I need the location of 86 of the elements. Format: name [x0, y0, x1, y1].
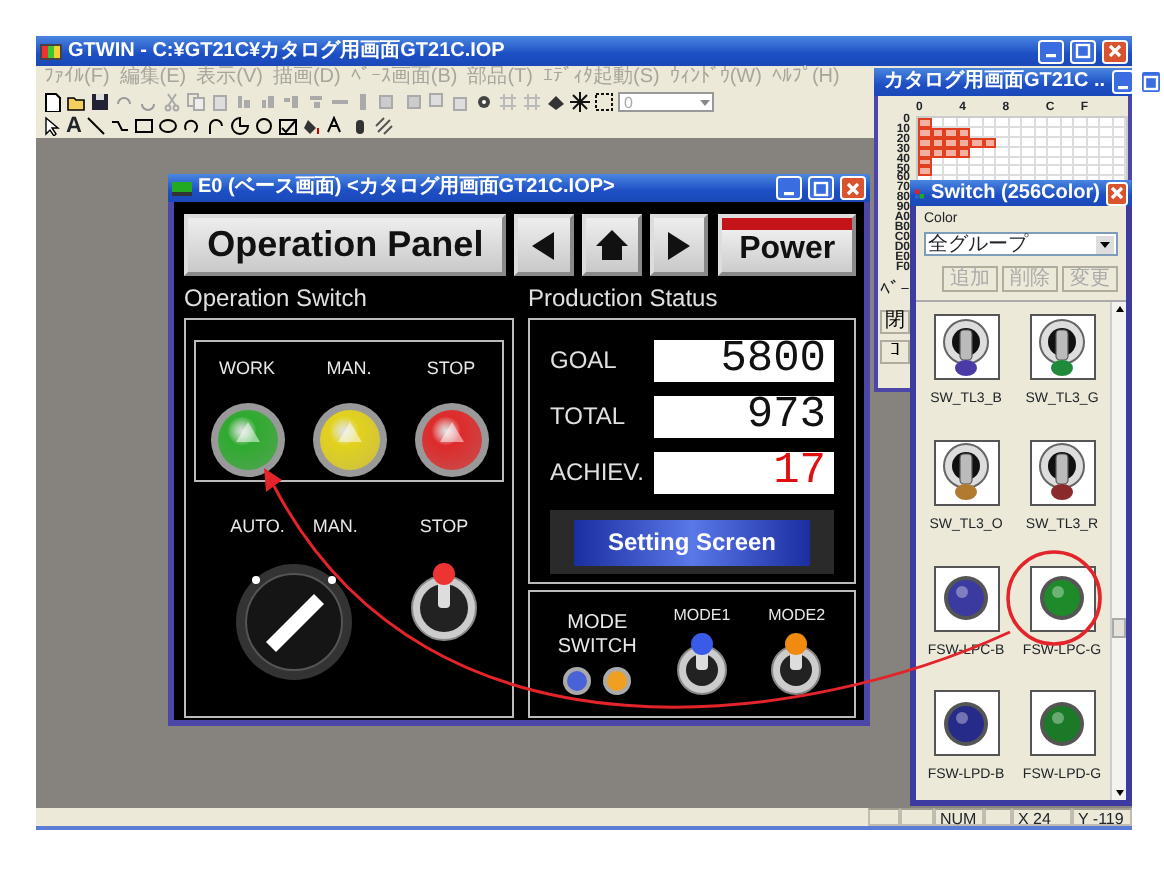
line-icon[interactable]: [85, 116, 106, 136]
arc-icon[interactable]: [205, 116, 226, 136]
lamp-thumbnail[interactable]: [942, 699, 990, 748]
scroll-down-icon[interactable]: [1112, 784, 1128, 800]
previous-arrow-button[interactable]: [514, 214, 574, 276]
paint-icon[interactable]: [301, 116, 322, 136]
status-text: X 24: [1012, 808, 1072, 826]
scrollbar[interactable]: [1110, 302, 1126, 800]
lamp-indicator[interactable]: [602, 666, 633, 696]
lamp-thumbnail[interactable]: [1038, 574, 1086, 622]
value-display: 17: [654, 452, 834, 494]
scroll-up-icon[interactable]: [1112, 302, 1128, 318]
power-button[interactable]: Power: [718, 214, 857, 276]
lamp-label: MAN.: [326, 356, 372, 382]
setting-screen-button[interactable]: Setting Screen: [574, 519, 810, 565]
lamp-indicator[interactable]: [311, 401, 387, 477]
text-style-icon[interactable]: [325, 116, 346, 136]
switch-label: MODE2: [768, 604, 826, 628]
window-title: カタログ用画面GT21C ..: [884, 70, 1106, 94]
app-icon: [40, 43, 62, 59]
toggle-switch-thumbnail[interactable]: [1036, 317, 1088, 377]
toggle-switch-thumbnail[interactable]: [940, 442, 992, 503]
window-title: GTWIN - C:¥GT21C¥カタログ用画面GT21C.IOP: [68, 39, 507, 63]
annotation-circle: [1006, 550, 1102, 646]
group-dropdown[interactable]: 全グループ: [924, 232, 1118, 256]
pointer-icon[interactable]: [42, 116, 62, 136]
home-button[interactable]: [581, 214, 642, 276]
lamp-thumbnail[interactable]: [1038, 699, 1086, 748]
fill-icon[interactable]: [546, 92, 566, 112]
switch-label: STOP: [419, 514, 469, 540]
next-arrow-button[interactable]: [649, 214, 709, 276]
hatch-icon[interactable]: [373, 116, 394, 136]
close-icon[interactable]: [844, 179, 862, 197]
toggle-switch-thumbnail[interactable]: [1036, 442, 1088, 503]
close-icon[interactable]: [1106, 42, 1124, 60]
save-icon[interactable]: [90, 92, 110, 112]
maximize-icon[interactable]: [1074, 42, 1092, 60]
status-pane: [900, 808, 934, 826]
lamp-thumbnail[interactable]: [942, 574, 990, 622]
field-label: ACHIEV.: [550, 458, 644, 488]
polygon-icon[interactable]: [277, 116, 298, 136]
rectangle-icon[interactable]: [133, 116, 154, 136]
status-pane: [984, 808, 1012, 826]
sector-icon[interactable]: [229, 116, 250, 136]
window-button[interactable]: 閉: [880, 310, 910, 335]
switch-label: MODE1: [673, 604, 731, 628]
toggle-switch-thumbnail[interactable]: [940, 317, 992, 377]
home-icon: [591, 225, 632, 265]
value-display: 973: [654, 396, 834, 438]
scroll-thumb[interactable]: [1112, 618, 1126, 638]
lamp-label: WORK: [219, 356, 275, 382]
window-icon: [172, 181, 192, 195]
lamp-indicator[interactable]: [413, 401, 489, 477]
mode-switch-label: MODE SWITCH: [557, 612, 638, 660]
maximize-icon[interactable]: [812, 179, 830, 197]
dropdown-arrow-icon: [1096, 235, 1114, 253]
arc-icon[interactable]: [181, 116, 202, 136]
field-label: GOAL: [550, 346, 617, 376]
lamp-indicator[interactable]: [562, 666, 593, 696]
lamp-label: STOP: [426, 356, 476, 382]
section-title: Production Status: [528, 284, 720, 314]
window-title: Switch (256Color): [931, 181, 1100, 205]
polyline-icon[interactable]: [109, 116, 130, 136]
window-title: E0 (ベース画面) <カタログ用画面GT21C.IOP>: [198, 176, 617, 200]
field-label: TOTAL: [550, 402, 626, 432]
ellipse-icon[interactable]: [157, 116, 178, 136]
open-folder-icon[interactable]: [66, 92, 86, 112]
maximize-icon[interactable]: [1141, 73, 1160, 91]
switch-label: AUTO.: [230, 514, 285, 540]
status-text: Y -119: [1072, 808, 1132, 826]
status-text: NUM: [934, 808, 984, 826]
switch-label: MAN.: [312, 514, 358, 540]
selector-switch[interactable]: [234, 561, 354, 681]
selection-icon[interactable]: [594, 92, 614, 112]
status-pane: [868, 808, 900, 826]
new-file-icon[interactable]: [42, 92, 62, 112]
star-icon[interactable]: [570, 92, 590, 112]
circle-icon[interactable]: [253, 116, 274, 136]
close-icon[interactable]: [1108, 184, 1126, 202]
section-title: Operation Switch: [184, 284, 369, 314]
window-button[interactable]: ｺ: [880, 340, 910, 365]
tab-label[interactable]: ﾍﾞｰ: [880, 280, 910, 305]
value-display: 5800: [654, 340, 834, 382]
lamp-indicator[interactable]: [209, 401, 285, 477]
panel-title-button[interactable]: Operation Panel: [184, 214, 507, 276]
text-tool-button[interactable]: A: [66, 115, 82, 137]
